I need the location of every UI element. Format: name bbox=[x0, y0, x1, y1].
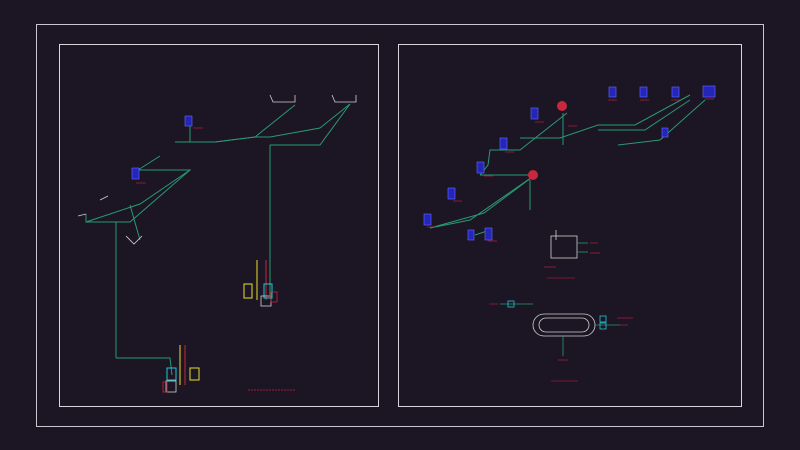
cad-drawing-canvas[interactable] bbox=[0, 0, 800, 450]
right-detail-tank bbox=[544, 230, 600, 279]
left-sheet-border bbox=[59, 44, 379, 407]
right-sheet-border bbox=[398, 44, 742, 407]
right-sheet[interactable] bbox=[398, 44, 742, 407]
left-sheet[interactable] bbox=[59, 44, 379, 407]
right-pipe-network bbox=[429, 94, 706, 236]
left-fixture-upper bbox=[184, 115, 203, 129]
left-pump-station-upper bbox=[243, 260, 278, 307]
outer-drawing-frame bbox=[36, 24, 764, 427]
left-pump-station-lower bbox=[162, 345, 200, 393]
left-pipe-network bbox=[85, 103, 351, 376]
right-detail-loop bbox=[489, 300, 633, 382]
right-fixtures bbox=[423, 85, 716, 241]
